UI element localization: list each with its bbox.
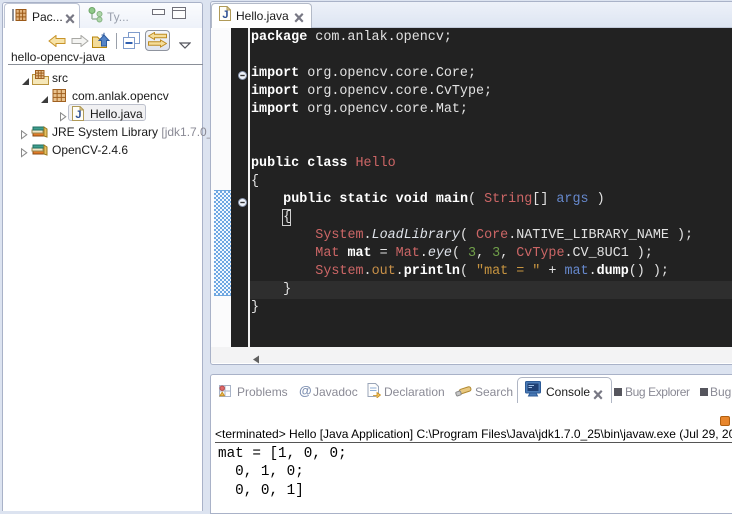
svg-text:J: J xyxy=(75,109,81,121)
svg-text:J: J xyxy=(222,9,228,21)
